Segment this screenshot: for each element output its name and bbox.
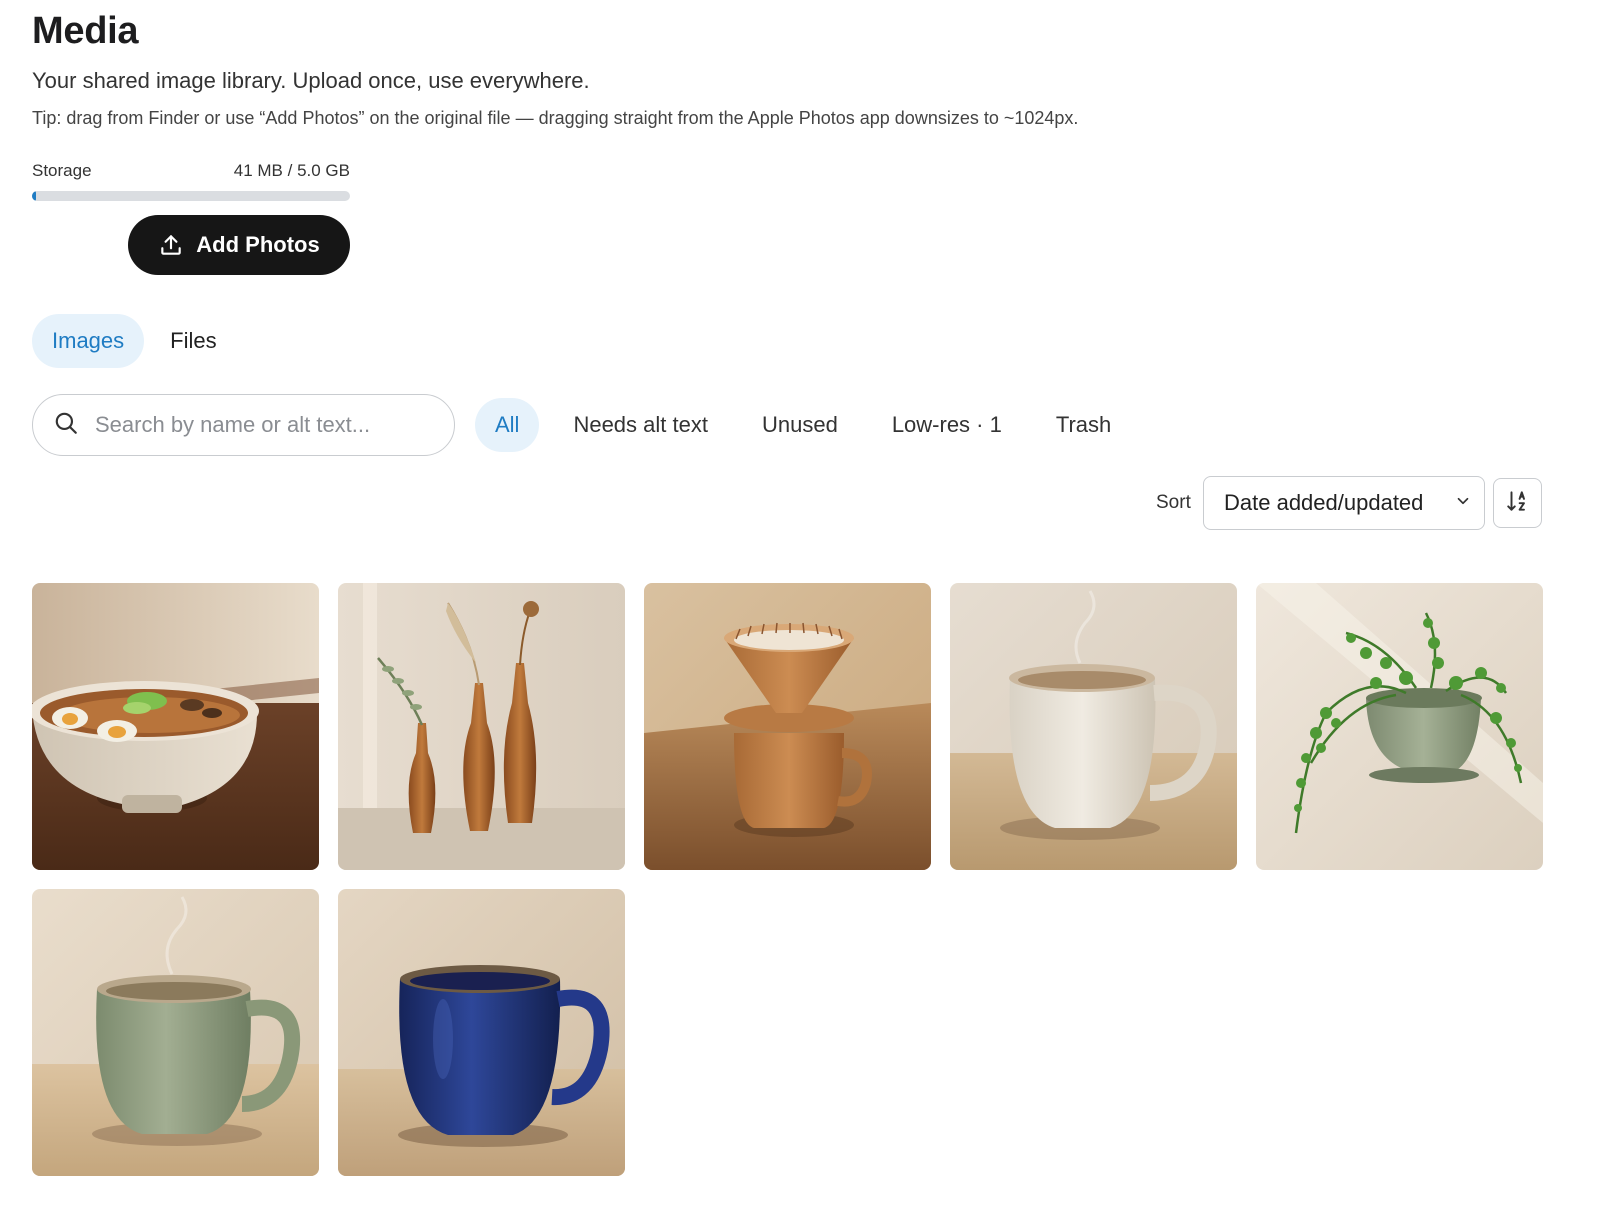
- search-input[interactable]: [93, 411, 413, 439]
- sort-selected-value: Date added/updated: [1224, 490, 1424, 515]
- media-tabs: Images Files: [32, 314, 237, 368]
- image-thumbnail[interactable]: [338, 889, 625, 1176]
- filter-all[interactable]: All: [475, 398, 540, 452]
- search-box[interactable]: [32, 394, 455, 456]
- upload-tip: Tip: drag from Finder or use “Add Photos…: [32, 108, 1079, 128]
- sage-green-mug-image: [32, 889, 319, 1176]
- filter-trash[interactable]: Trash: [1036, 398, 1131, 452]
- tab-images[interactable]: Images: [32, 314, 145, 368]
- storage-label: Storage: [32, 161, 92, 180]
- storage-bar-fill: [32, 191, 36, 201]
- image-thumbnail[interactable]: [338, 583, 625, 870]
- cobalt-blue-mug-image: [338, 889, 625, 1176]
- upload-icon: [158, 232, 184, 258]
- storage-value: 41 MB / 5.0 GB: [233, 161, 350, 180]
- search-icon: [53, 410, 79, 441]
- add-photos-button[interactable]: Add Photos: [128, 215, 350, 275]
- sort-direction-button[interactable]: [1493, 478, 1542, 528]
- cream-mug-image: [950, 583, 1237, 870]
- chevron-down-icon: [1454, 490, 1472, 516]
- filter-chips: All Needs alt text Unused Low-res · 1 Tr…: [475, 398, 1131, 452]
- ramen-bowl-image: [32, 583, 319, 870]
- image-grid: [32, 583, 1544, 1176]
- sort-select[interactable]: Date added/updated: [1203, 476, 1485, 530]
- sort-label: Sort: [1156, 492, 1191, 513]
- image-thumbnail[interactable]: [32, 889, 319, 1176]
- filter-unused[interactable]: Unused: [742, 398, 858, 452]
- tab-files[interactable]: Files: [150, 314, 236, 368]
- image-thumbnail[interactable]: [950, 583, 1237, 870]
- pour-over-dripper-image: [644, 583, 931, 870]
- bud-vases-image: [338, 583, 625, 870]
- filter-needs-alt-text[interactable]: Needs alt text: [553, 398, 728, 452]
- sort-a-z-icon: [1505, 488, 1531, 519]
- image-thumbnail[interactable]: [1256, 583, 1543, 870]
- page-subtitle: Your shared image library. Upload once, …: [32, 68, 590, 93]
- page-title: Media: [32, 10, 139, 52]
- storage-bar: [32, 191, 350, 201]
- media-page: Media Your shared image library. Upload …: [0, 0, 1600, 1213]
- image-thumbnail[interactable]: [32, 583, 319, 870]
- hanging-fern-planter-image: [1256, 583, 1543, 870]
- image-thumbnail[interactable]: [644, 583, 931, 870]
- filter-low-res[interactable]: Low-res · 1: [872, 398, 1022, 452]
- add-photos-label: Add Photos: [196, 232, 320, 257]
